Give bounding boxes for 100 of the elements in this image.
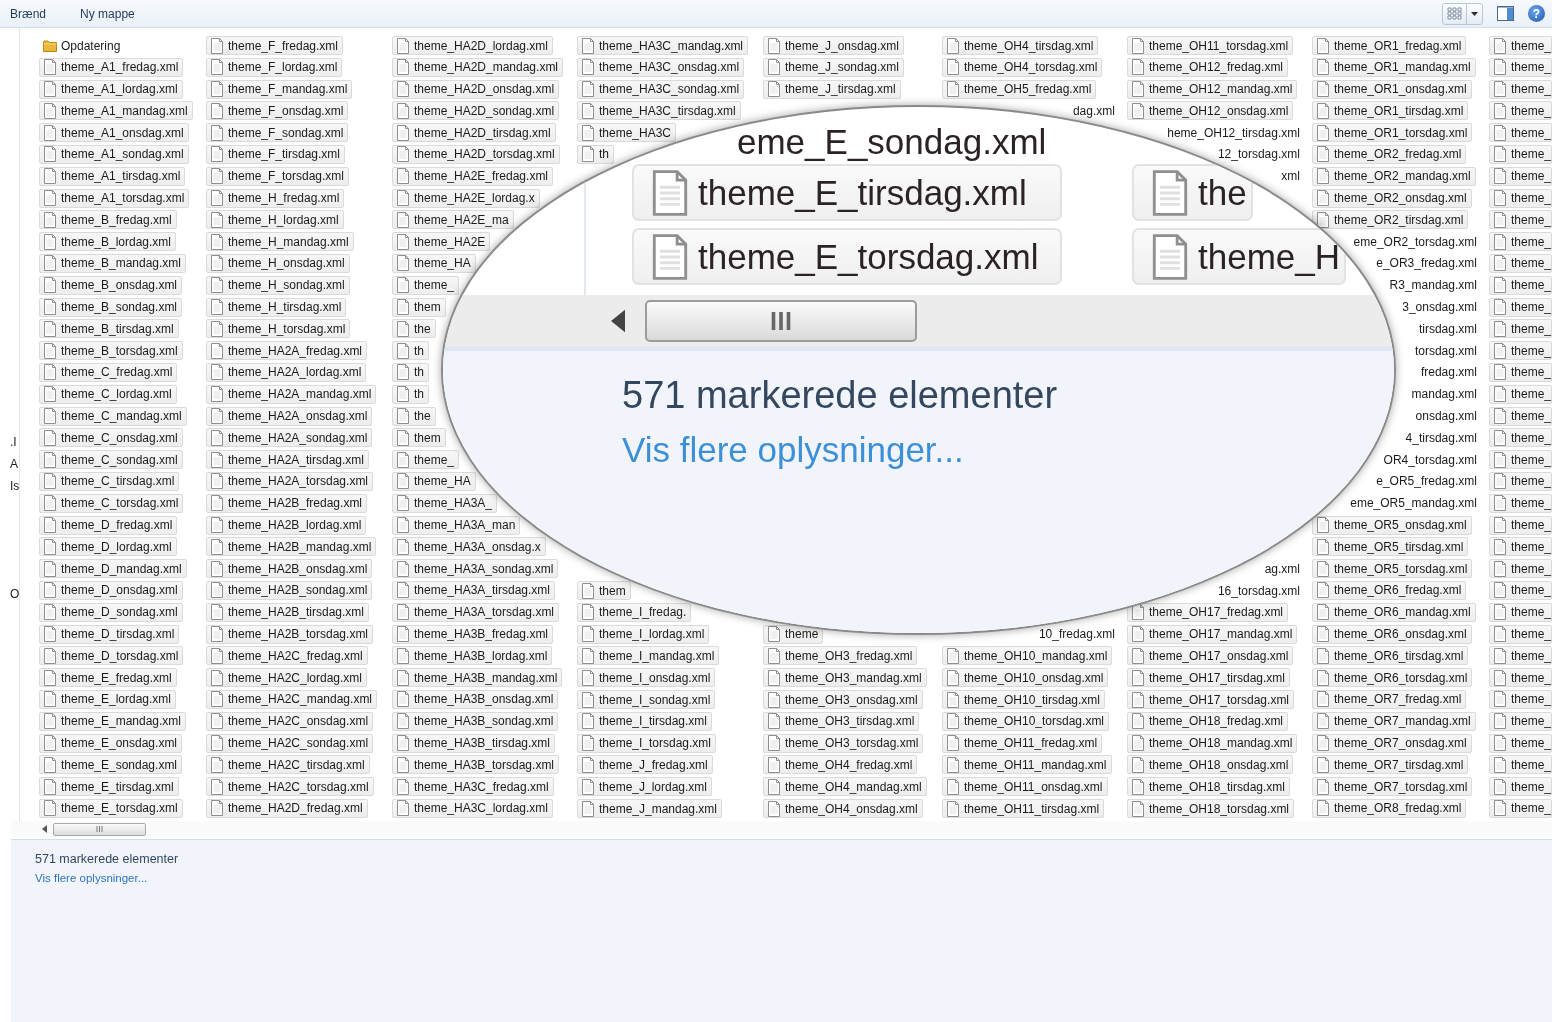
file-item[interactable]: theme_D_onsdag.xml [38,580,183,600]
file-item[interactable]: theme_ [1488,341,1552,361]
file-item[interactable]: theme_HA2E_lordag.x [391,188,540,208]
file-item[interactable]: theme_ [1488,493,1552,513]
file-item[interactable]: theme_I_torsdag.xml [576,733,717,753]
file-item[interactable]: theme_OH11_mandag.xml [941,755,1112,775]
file-item[interactable]: theme_D_torsdag.xml [38,646,184,666]
file-item[interactable]: theme_ [1488,580,1552,600]
file-item[interactable]: theme_HA2C_fredag.xml [205,646,368,666]
file-item[interactable]: theme_ [1488,36,1552,55]
file-item[interactable]: theme_HA2B_torsdag.xml [205,624,374,644]
file-item[interactable]: theme_OR6_onsdag.xml [1311,624,1472,644]
file-item[interactable]: theme_ [1488,777,1552,797]
file-item[interactable]: theme_OH12_fredag.xml [1126,57,1289,77]
file-item[interactable]: theme_ [1488,57,1552,77]
file-item[interactable]: theme_ [1488,646,1552,666]
file-item[interactable]: theme_E_sondag.xml [38,755,183,775]
file-item[interactable]: theme_HA3B_lordag.xml [391,646,553,666]
file-item[interactable]: theme_OR7_tirsdag.xml [1311,755,1469,775]
file-item[interactable]: theme_OH11_tirsdag.xml [941,799,1105,818]
file-item[interactable]: theme_C_lordag.xml [38,384,177,404]
file-item[interactable]: theme_ [1488,79,1552,99]
file-item[interactable]: theme_OH4_onsdag.xml [762,799,923,818]
file-item[interactable]: theme_I_sondag.xml [576,690,716,709]
file-item[interactable]: th [391,362,429,382]
file-item[interactable]: eme_OR2_torsdag.xml [1353,234,1477,249]
file-item[interactable]: theme_B_lordag.xml [38,232,177,252]
file-item[interactable]: theme_ [391,275,459,295]
file-item[interactable]: theme_I_lordag.xml [576,624,710,644]
file-item[interactable]: theme_OR1_fredag.xml [1311,36,1467,55]
file-item[interactable]: theme_OR1_mandag.xml [1311,57,1476,77]
file-item[interactable]: theme_OR7_onsdag.xml [1311,733,1472,753]
file-item[interactable]: theme_OR2_fredag.xml [1311,145,1467,164]
file-item[interactable]: theme_I_onsdag.xml [576,668,716,688]
file-item[interactable]: theme_F_tirsdag.xml [205,145,345,164]
file-item[interactable]: theme_OH10_tirsdag.xml [941,690,1106,709]
file-item[interactable]: theme_HA2A_fredag.xml [205,341,368,361]
file-item[interactable]: theme_ [1488,319,1552,339]
toolbar-button[interactable]: Ny mappe [80,3,135,24]
file-item[interactable]: theme_HA2B_mandag.xml [205,537,377,557]
file-item[interactable]: theme_HA3B_tirsdag.xml [391,733,556,753]
file-item[interactable]: 4_tirsdag.xml [1405,430,1477,445]
file-item[interactable]: theme_OH18_fredag.xml [1126,711,1289,731]
file-item[interactable]: theme_HA3A_ [391,493,497,513]
file-item[interactable]: theme_ [1488,537,1552,557]
file-item[interactable]: theme_A1_fredag.xml [38,57,184,77]
file-item[interactable]: theme_ [391,450,459,470]
file-item[interactable]: theme_HA2D_fredag.xml [205,798,368,818]
file-item[interactable]: theme_E_lordag.xml [38,689,177,709]
file-item[interactable]: theme_ [1488,275,1552,295]
file-item[interactable]: theme_H_mandag.xml [205,232,354,252]
file-item[interactable]: theme_HA2D_lordag.xml [391,36,554,55]
file-item[interactable]: theme_HA2C_onsdag.xml [205,711,374,731]
file-item[interactable]: theme_OR6_torsdag.xml [1311,668,1473,688]
file-item[interactable]: theme_ [1488,559,1552,579]
file-item[interactable]: theme_OH3_tirsdag.xml [762,711,920,731]
file-item[interactable]: theme_HA3C_tirsdag.xml [576,101,741,121]
file-item[interactable]: theme_J_lordag.xml [576,777,713,797]
file-item[interactable]: e_OR5_fredag.xml [1376,474,1477,489]
file-item[interactable]: theme_OH3_fredag.xml [762,646,918,666]
scrollbar-thumb[interactable] [53,822,146,836]
file-item[interactable]: theme_C_torsdag.xml [38,493,184,513]
file-item[interactable]: theme_B_fredag.xml [38,210,177,230]
file-item[interactable]: theme_HA2C_torsdag.xml [205,777,374,797]
file-item[interactable]: theme_A1_sondag.xml [38,145,189,164]
file-item[interactable]: onsdag.xml [1415,409,1477,424]
file-item[interactable]: theme_OH12_mandag.xml [1126,79,1298,99]
file-item[interactable]: theme_OR7_mandag.xml [1311,711,1476,731]
file-item[interactable]: theme_B_sondag.xml [38,297,183,317]
file-item[interactable]: theme_OR5_onsdag.xml [1311,515,1472,535]
file-item[interactable]: theme_HA2A_mandag.xml [205,384,377,404]
file-item[interactable]: theme_OR1_tirsdag.xml [1311,101,1469,121]
more-details-link[interactable]: Vis flere oplysninger... [35,872,148,884]
file-item[interactable]: theme_OH18_mandag.xml [1126,733,1298,753]
preview-pane-icon[interactable] [1497,6,1514,21]
file-item[interactable]: theme_OH11_fredag.xml [941,733,1103,753]
file-item[interactable]: theme_C_onsdag.xml [38,428,183,448]
file-item[interactable]: theme_I_fredag. [576,602,692,622]
file-item[interactable]: theme_HA2C_tirsdag.xml [205,755,370,775]
file-item[interactable]: them [391,297,446,317]
file-item[interactable]: theme_HA2C_mandag.xml [205,689,378,709]
file-item[interactable]: theme_J_tirsdag.xml [762,79,901,99]
file-item[interactable]: theme_HA2A_tirsdag.xml [205,450,370,470]
file-item[interactable]: 3_onsdag.xml [1402,300,1477,315]
file-item[interactable]: th [391,341,429,361]
file-item[interactable]: theme_H_fredag.xml [205,188,345,208]
file-item[interactable]: theme_HA3B_torsdag.xml [391,755,560,775]
file-item[interactable]: theme_OH17_onsdag.xml [1126,646,1294,666]
file-item[interactable]: theme_HA2D_sondag.xml [391,101,560,121]
file-item[interactable]: theme_B_onsdag.xml [38,275,183,295]
file-item[interactable]: theme_J_onsdag.xml [762,36,905,55]
file-item[interactable]: them [576,581,631,601]
file-item[interactable]: theme_ [1488,515,1552,535]
file-item[interactable]: theme_A1_torsdag.xml [38,188,190,208]
scroll-left-icon[interactable] [42,825,47,833]
file-item[interactable]: theme_D_mandag.xml [38,559,187,579]
file-item[interactable]: 12_torsdag.xml [1217,147,1300,162]
file-item[interactable]: theme_ [1488,210,1552,230]
file-item[interactable]: theme_HA2C_lordag.xml [205,668,368,688]
file-item[interactable]: R3_mandag.xml [1389,278,1477,293]
